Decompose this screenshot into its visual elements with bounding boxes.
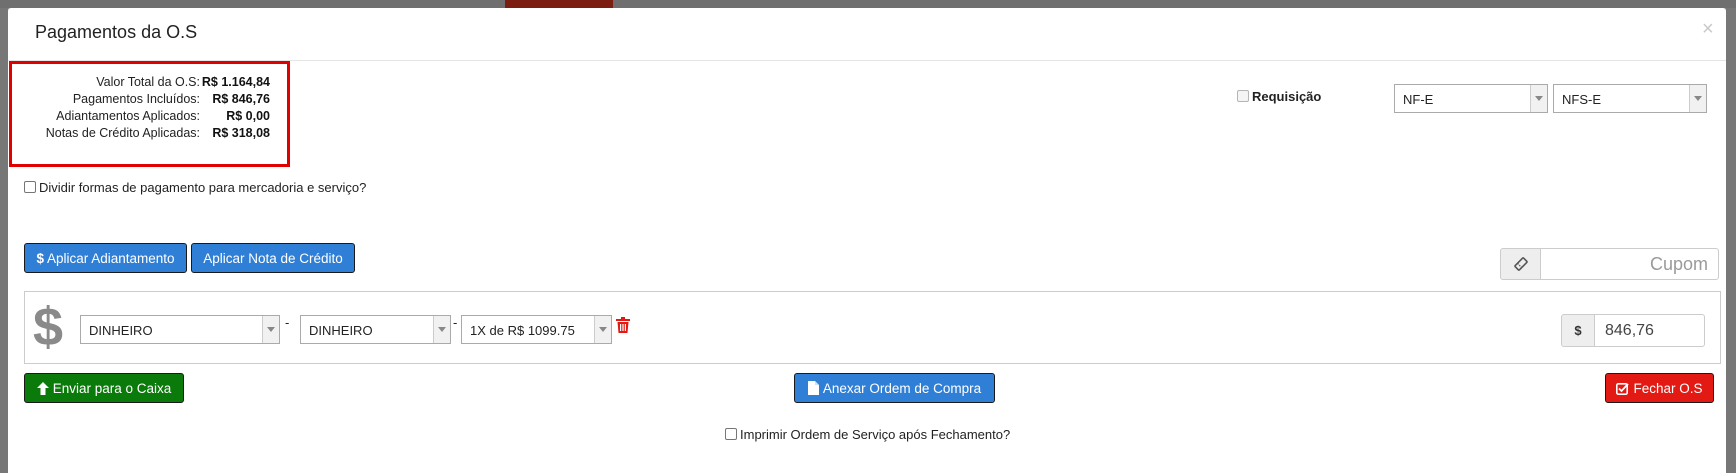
summary-row-total: Valor Total da O.S: R$ 1.164,84 (12, 75, 287, 93)
summary-label: Adiantamentos Aplicados: (56, 109, 200, 123)
backdrop-left (0, 8, 8, 473)
dollar-icon: $ (33, 297, 64, 357)
amount-input[interactable] (1594, 314, 1705, 347)
payment-line-panel: $ DINHEIRO - DINHEIRO - 1X de R$ 1099.75… (24, 291, 1721, 364)
chevron-down-icon (262, 316, 279, 343)
chevron-down-icon (1530, 85, 1547, 112)
payment-summary: Valor Total da O.S: R$ 1.164,84 Pagament… (9, 61, 290, 167)
payment-submethod-select[interactable]: DINHEIRO (300, 315, 451, 344)
coupon-input[interactable] (1540, 248, 1719, 280)
installments-select[interactable]: 1X de R$ 1099.75 (461, 315, 612, 344)
requisicao-label: Requisição (1252, 89, 1322, 104)
apply-advance-button[interactable]: $ Aplicar Adiantamento (24, 243, 187, 273)
divide-checkbox[interactable] (24, 181, 36, 193)
print-checkbox[interactable] (725, 428, 737, 440)
currency-addon: $ (1561, 314, 1595, 347)
chevron-down-icon (1689, 85, 1706, 112)
separator: - (285, 315, 290, 330)
summary-row-payments: Pagamentos Incluídos: R$ 846,76 (12, 92, 287, 110)
summary-row-credit-notes: Notas de Crédito Aplicadas: R$ 318,08 (12, 126, 287, 144)
trash-icon[interactable] (616, 317, 630, 333)
apply-credit-note-label: Aplicar Nota de Crédito (203, 250, 343, 266)
summary-value: R$ 0,00 (226, 109, 270, 123)
divide-payment-option[interactable]: Dividir formas de pagamento para mercado… (24, 180, 366, 195)
nfs-select[interactable]: NFS-E (1553, 84, 1707, 113)
file-icon (807, 381, 819, 395)
page-backdrop (0, 0, 1736, 8)
chevron-down-icon (433, 316, 450, 343)
chevron-down-icon (594, 316, 611, 343)
attach-purchase-order-label: Anexar Ordem de Compra (822, 380, 982, 396)
apply-credit-note-button[interactable]: Aplicar Nota de Crédito (191, 243, 355, 273)
amount-group: $ (1561, 314, 1705, 347)
summary-label: Notas de Crédito Aplicadas: (45, 126, 200, 140)
modal-title: Pagamentos da O.S (35, 22, 198, 42)
nf-select[interactable]: NF-E (1394, 84, 1548, 113)
send-to-cashier-button[interactable]: Enviar para o Caixa (24, 373, 184, 403)
close-icon[interactable]: × (1702, 19, 1714, 39)
print-checkbox-label: Imprimir Ordem de Serviço após Fechament… (740, 427, 1011, 442)
payment-method-value: DINHEIRO (89, 323, 153, 338)
separator: - (453, 315, 458, 330)
modal-header: Pagamentos da O.S × (8, 8, 1726, 61)
backdrop-right (1726, 8, 1736, 473)
backdrop-strip (505, 0, 613, 8)
nfs-select-value: NFS-E (1562, 92, 1601, 107)
ticket-icon-glyph (1513, 257, 1528, 271)
summary-value: R$ 846,76 (212, 92, 270, 106)
requisicao-checkbox[interactable] (1237, 90, 1249, 102)
summary-value: R$ 1.164,84 (201, 75, 270, 89)
check-square-icon (1616, 382, 1630, 395)
print-option[interactable]: Imprimir Ordem de Serviço após Fechament… (725, 427, 1010, 442)
close-os-label: Fechar O.S (1633, 380, 1703, 396)
apply-advance-label: Aplicar Adiantamento (46, 250, 175, 266)
payment-submethod-value: DINHEIRO (309, 323, 373, 338)
coupon-group (1500, 248, 1719, 280)
requisicao-option[interactable]: Requisição (1237, 89, 1321, 104)
summary-label: Pagamentos Incluídos: (72, 92, 200, 106)
attach-purchase-order-button[interactable]: Anexar Ordem de Compra (794, 373, 995, 403)
summary-value: R$ 318,08 (212, 126, 270, 140)
summary-label: Valor Total da O.S: (96, 75, 200, 89)
installments-value: 1X de R$ 1099.75 (470, 323, 575, 338)
close-os-button[interactable]: Fechar O.S (1605, 373, 1714, 403)
ticket-icon (1500, 248, 1541, 280)
send-to-cashier-label: Enviar para o Caixa (52, 380, 172, 396)
payment-method-select[interactable]: DINHEIRO (80, 315, 280, 344)
arrow-up-icon (36, 381, 49, 395)
dollar-icon: $ (36, 250, 44, 266)
nf-select-value: NF-E (1403, 92, 1434, 107)
divide-checkbox-label: Dividir formas de pagamento para mercado… (39, 180, 367, 195)
summary-row-advances: Adiantamentos Aplicados: R$ 0,00 (12, 109, 287, 127)
payments-modal: Pagamentos da O.S × Valor Total da O.S: … (8, 8, 1726, 473)
